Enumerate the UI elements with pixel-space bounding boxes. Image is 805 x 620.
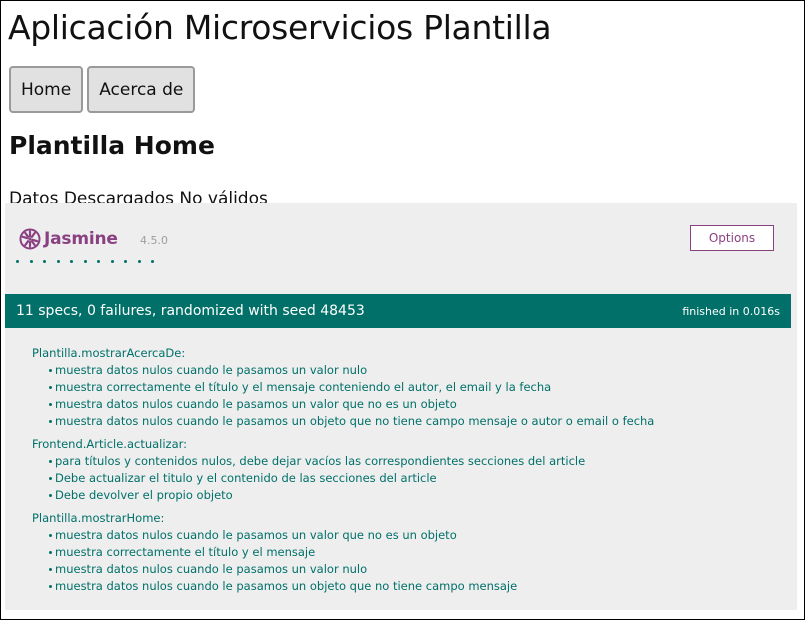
main-nav: Home Acerca de — [9, 66, 196, 113]
spec-passed-dot — [70, 260, 73, 263]
suite: Frontend.Article.actualizar: para título… — [32, 436, 782, 504]
spec-passed-dot — [124, 260, 127, 263]
spec-passed-dot — [43, 260, 46, 263]
spec-list: muestra datos nulos cuando le pasamos un… — [32, 362, 782, 430]
spec-passed-dot — [151, 260, 154, 263]
spec-item[interactable]: muestra correctamente el título y el men… — [49, 379, 782, 396]
suite-name[interactable]: Plantilla.mostrarHome: — [32, 510, 782, 527]
nav-home-button[interactable]: Home — [9, 66, 84, 113]
spec-list: muestra datos nulos cuando le pasamos un… — [32, 527, 782, 595]
spec-item[interactable]: Debe devolver el propio objeto — [49, 487, 782, 504]
results-list: Plantilla.mostrarAcercaDe: muestra datos… — [32, 345, 782, 601]
spec-item[interactable]: muestra datos nulos cuando le pasamos un… — [49, 578, 782, 595]
jasmine-reporter: Jasmine 4.5.0 Options 11 specs, 0 failur… — [5, 203, 797, 610]
spec-item[interactable]: muestra correctamente el título y el men… — [49, 544, 782, 561]
duration-text: finished in 0.016s — [682, 304, 780, 318]
spec-passed-dot — [97, 260, 100, 263]
spec-passed-dot — [110, 260, 114, 263]
spec-passed-dot — [16, 260, 19, 263]
spec-progress-dots — [16, 260, 154, 263]
spec-list: para títulos y contenidos nulos, debe de… — [32, 453, 782, 504]
spec-item[interactable]: muestra datos nulos cuando le pasamos un… — [49, 396, 782, 413]
spec-passed-dot — [83, 260, 87, 263]
app-title: Aplicación Microservicios Plantilla — [8, 8, 552, 47]
suite: Plantilla.mostrarHome: muestra datos nul… — [32, 510, 782, 595]
spec-item[interactable]: muestra datos nulos cuando le pasamos un… — [49, 561, 782, 578]
jasmine-flower-icon — [19, 228, 41, 250]
spec-item[interactable]: muestra datos nulos cuando le pasamos un… — [49, 362, 782, 379]
suite: Plantilla.mostrarAcercaDe: muestra datos… — [32, 345, 782, 430]
summary-text[interactable]: 11 specs, 0 failures, randomized with se… — [16, 303, 365, 319]
spec-item[interactable]: muestra datos nulos cuando le pasamos un… — [49, 527, 782, 544]
summary-bar: 11 specs, 0 failures, randomized with se… — [5, 294, 791, 328]
jasmine-logo[interactable]: Jasmine — [19, 228, 118, 250]
suite-name[interactable]: Plantilla.mostrarAcercaDe: — [32, 345, 782, 362]
spec-passed-dot — [29, 260, 33, 263]
spec-item[interactable]: muestra datos nulos cuando le pasamos un… — [49, 413, 782, 430]
spec-passed-dot — [56, 260, 60, 263]
page-heading: Plantilla Home — [9, 131, 215, 160]
jasmine-version: 4.5.0 — [140, 234, 168, 247]
spec-item[interactable]: para títulos y contenidos nulos, debe de… — [49, 453, 782, 470]
suite-name[interactable]: Frontend.Article.actualizar: — [32, 436, 782, 453]
spec-passed-dot — [137, 260, 141, 263]
jasmine-wordmark: Jasmine — [44, 229, 118, 249]
options-button[interactable]: Options — [690, 225, 774, 251]
nav-about-button[interactable]: Acerca de — [87, 66, 196, 113]
spec-item[interactable]: Debe actualizar el titulo y el contenido… — [49, 470, 782, 487]
